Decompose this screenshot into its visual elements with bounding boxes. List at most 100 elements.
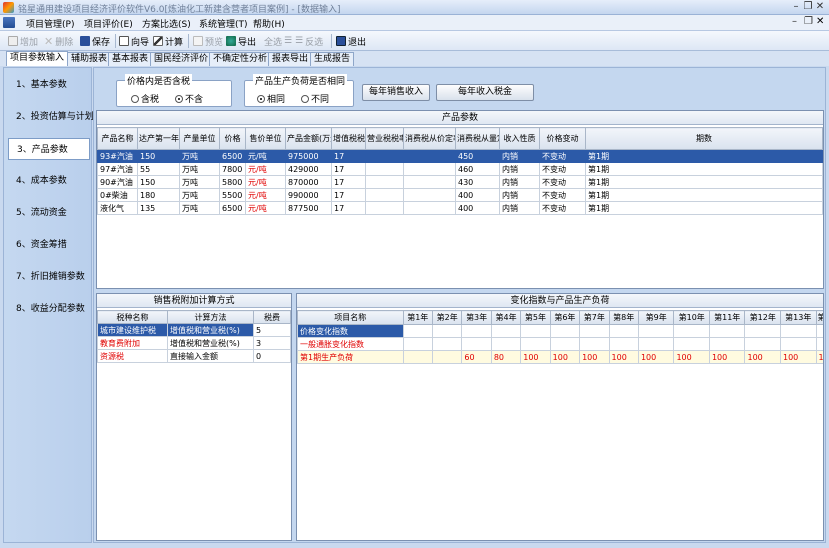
table-cell[interactable]	[549, 337, 581, 351]
table-cell[interactable]	[402, 324, 433, 338]
table-cell[interactable]: 城市建设维护税	[97, 323, 168, 337]
exit-button[interactable]: 退出	[336, 34, 366, 48]
load-different-radio[interactable]: 不同	[301, 92, 329, 105]
table-cell[interactable]: 975000	[285, 149, 332, 163]
table-cell[interactable]	[490, 324, 522, 338]
table-cell[interactable]: 6500	[219, 149, 246, 163]
table-cell[interactable]: 资源税	[97, 349, 168, 363]
table-cell[interactable]	[403, 201, 456, 215]
table-cell[interactable]: 6500	[219, 201, 246, 215]
table-cell[interactable]: 教育费附加	[97, 336, 168, 350]
table-cell[interactable]	[608, 337, 639, 351]
table-cell[interactable]: 17	[331, 188, 366, 202]
table-cell[interactable]	[780, 324, 817, 338]
table-cell[interactable]: 3	[253, 336, 291, 350]
delete-button[interactable]: ✕ 删除	[44, 34, 73, 48]
table-cell[interactable]	[403, 175, 456, 189]
table-cell[interactable]: 100	[673, 350, 710, 364]
table-cell[interactable]: 430	[455, 175, 500, 189]
nav-cost-params[interactable]: 4、成本参数	[4, 170, 93, 192]
table-row[interactable]: 0#柴油 180 万吨 5500 元/吨 990000 17 400 内销 不变动 第1期	[97, 188, 823, 202]
select-all-button[interactable]: 全选	[264, 34, 282, 48]
menu-help[interactable]: 帮助(H)	[253, 17, 285, 30]
minimize-icon[interactable]: –	[790, 1, 802, 13]
annual-tax-button[interactable]: 每年收入税金	[436, 84, 534, 101]
table-cell[interactable]: 100	[815, 350, 823, 364]
table-cell[interactable]	[365, 188, 404, 202]
table-cell[interactable]: 100	[708, 350, 746, 364]
table-cell[interactable]: 液化气	[97, 201, 138, 215]
table-cell[interactable]	[365, 175, 404, 189]
table-cell[interactable]: 一般通胀变化指数	[297, 337, 404, 351]
table-cell[interactable]: 万吨	[179, 175, 220, 189]
table-cell[interactable]: 0#柴油	[97, 188, 138, 202]
table-cell[interactable]: 内销	[499, 188, 540, 202]
table-cell[interactable]: 元/吨	[245, 175, 286, 189]
table-cell[interactable]: 直接输入金额	[167, 349, 254, 363]
table-cell[interactable]: 429000	[285, 162, 332, 176]
table-cell[interactable]: 第1期生产负荷	[297, 350, 404, 364]
table-cell[interactable]: 93#汽油	[97, 149, 138, 163]
table-cell[interactable]: 100	[608, 350, 639, 364]
table-row[interactable]: 93#汽油 150 万吨 6500 元/吨 975000 17 450 内销 不变动 第1期	[97, 149, 823, 163]
preview-button[interactable]: 预览	[193, 34, 223, 48]
table-cell[interactable]	[403, 188, 456, 202]
table-cell[interactable]: 元/吨	[245, 188, 286, 202]
add-button[interactable]: 增加	[8, 34, 38, 48]
table-cell[interactable]: 90#汽油	[97, 175, 138, 189]
table-cell[interactable]	[365, 162, 404, 176]
select-list-icon[interactable]: ☰	[284, 34, 292, 48]
table-cell[interactable]: 17	[331, 175, 366, 189]
invert-button[interactable]: ☰ 反选	[295, 34, 323, 48]
menu-evaluate[interactable]: 项目评价(E)	[84, 17, 133, 30]
table-cell[interactable]: 17	[331, 201, 366, 215]
load-same-radio[interactable]: 相同	[257, 92, 285, 105]
mdi-close-icon[interactable]: ✕	[816, 16, 824, 27]
table-cell[interactable]: 5500	[219, 188, 246, 202]
tab-report-export[interactable]: 报表导出	[268, 52, 313, 66]
table-row[interactable]: 一般通胀变化指数	[297, 337, 823, 351]
table-cell[interactable]	[431, 324, 463, 338]
table-cell[interactable]: 135	[137, 201, 180, 215]
mdi-minimize-icon[interactable]: –	[792, 16, 797, 27]
table-row[interactable]: 价格变化指数	[297, 324, 823, 338]
table-cell[interactable]	[461, 324, 492, 338]
table-row[interactable]: 城市建设维护税 增值税和营业税(%) 5	[97, 323, 291, 337]
annual-sales-button[interactable]: 每年销售收入	[362, 84, 430, 101]
table-cell[interactable]: 400	[455, 201, 500, 215]
table-cell[interactable]: 5	[253, 323, 291, 337]
table-cell[interactable]	[431, 350, 463, 364]
table-cell[interactable]: 不变动	[539, 188, 586, 202]
table-cell[interactable]	[815, 324, 823, 338]
table-cell[interactable]	[520, 324, 551, 338]
table-cell[interactable]: 第1期	[585, 188, 823, 202]
table-cell[interactable]: 870000	[285, 175, 332, 189]
table-cell[interactable]: 元/吨	[245, 162, 286, 176]
tab-input[interactable]: 项目参数输入	[6, 51, 69, 66]
table-cell[interactable]	[490, 337, 522, 351]
tab-uncertainty[interactable]: 不确定性分析	[209, 52, 272, 66]
table-cell[interactable]	[365, 201, 404, 215]
table-row[interactable]: 90#汽油 150 万吨 5800 元/吨 870000 17 430 内销 不变动 第1期	[97, 175, 823, 189]
table-cell[interactable]	[815, 337, 823, 351]
table-cell[interactable]: 增值税和营业税(%)	[167, 323, 254, 337]
table-cell[interactable]: 第1期	[585, 149, 823, 163]
menu-system[interactable]: 系统管理(T)	[199, 17, 248, 30]
table-cell[interactable]: 万吨	[179, 149, 220, 163]
table-cell[interactable]: 97#汽油	[97, 162, 138, 176]
table-cell[interactable]: 万吨	[179, 188, 220, 202]
nav-investment[interactable]: 2、投资估算与计划	[4, 106, 94, 128]
table-cell[interactable]: 460	[455, 162, 500, 176]
tab-basic-reports[interactable]: 基本报表	[108, 52, 153, 66]
table-cell[interactable]	[637, 324, 675, 338]
save-button[interactable]: 保存	[80, 34, 110, 48]
table-cell[interactable]	[579, 324, 610, 338]
table-cell[interactable]: 元/吨	[245, 201, 286, 215]
table-cell[interactable]: 17	[331, 162, 366, 176]
wizard-button[interactable]: 向导	[119, 34, 149, 48]
table-cell[interactable]	[402, 337, 433, 351]
close-icon[interactable]: ✕	[814, 1, 826, 13]
table-cell[interactable]: 60	[461, 350, 492, 364]
table-cell[interactable]: 内销	[499, 149, 540, 163]
table-cell[interactable]: 150	[137, 149, 180, 163]
